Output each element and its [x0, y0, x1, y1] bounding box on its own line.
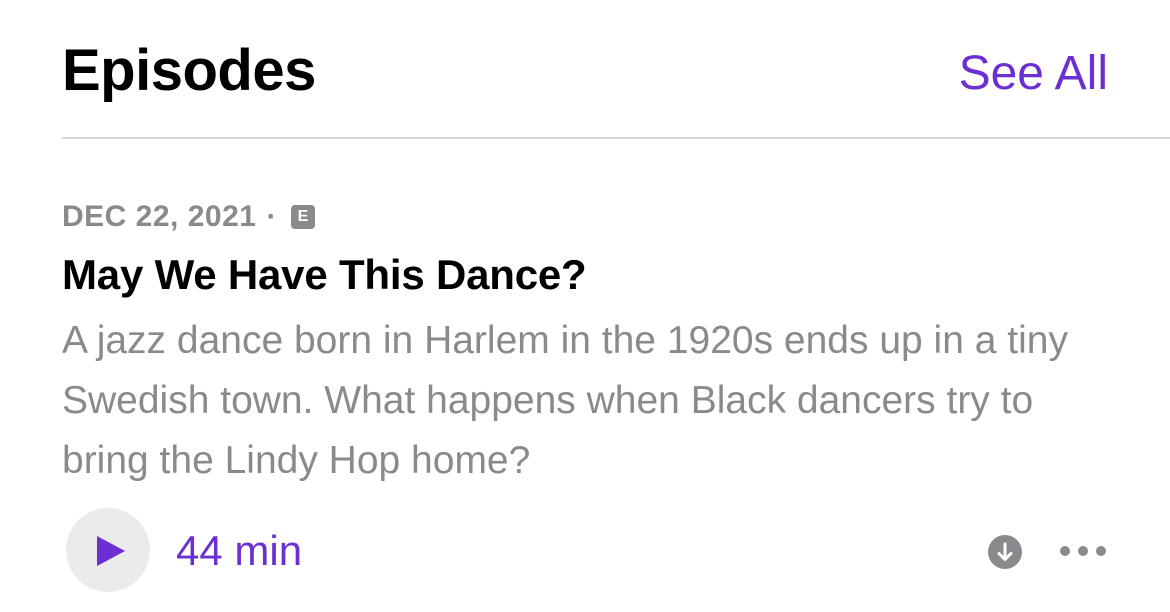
play-button[interactable]: [66, 508, 150, 592]
explicit-badge: E: [290, 205, 315, 229]
more-options-button[interactable]: [1058, 538, 1108, 564]
ellipsis-icon: [1060, 546, 1106, 556]
episode-actions: 44 min: [66, 508, 1108, 594]
episode-description[interactable]: A jazz dance born in Harlem in the 1920s…: [62, 311, 1102, 491]
episode-date: DEC 22, 2021: [62, 200, 257, 233]
see-all-link[interactable]: See All: [959, 42, 1108, 106]
divider: [62, 137, 1170, 139]
episode-meta: DEC 22, 2021 · E: [62, 197, 315, 237]
episode-duration: 44 min: [176, 527, 303, 574]
download-button[interactable]: [988, 535, 1022, 569]
download-arrow-icon: [997, 542, 1013, 561]
episode-title[interactable]: May We Have This Dance?: [62, 247, 587, 303]
episodes-header: Episodes See All: [62, 30, 1108, 110]
meta-separator: ·: [266, 200, 277, 233]
play-icon: [97, 536, 125, 566]
section-title: Episodes: [62, 38, 316, 103]
